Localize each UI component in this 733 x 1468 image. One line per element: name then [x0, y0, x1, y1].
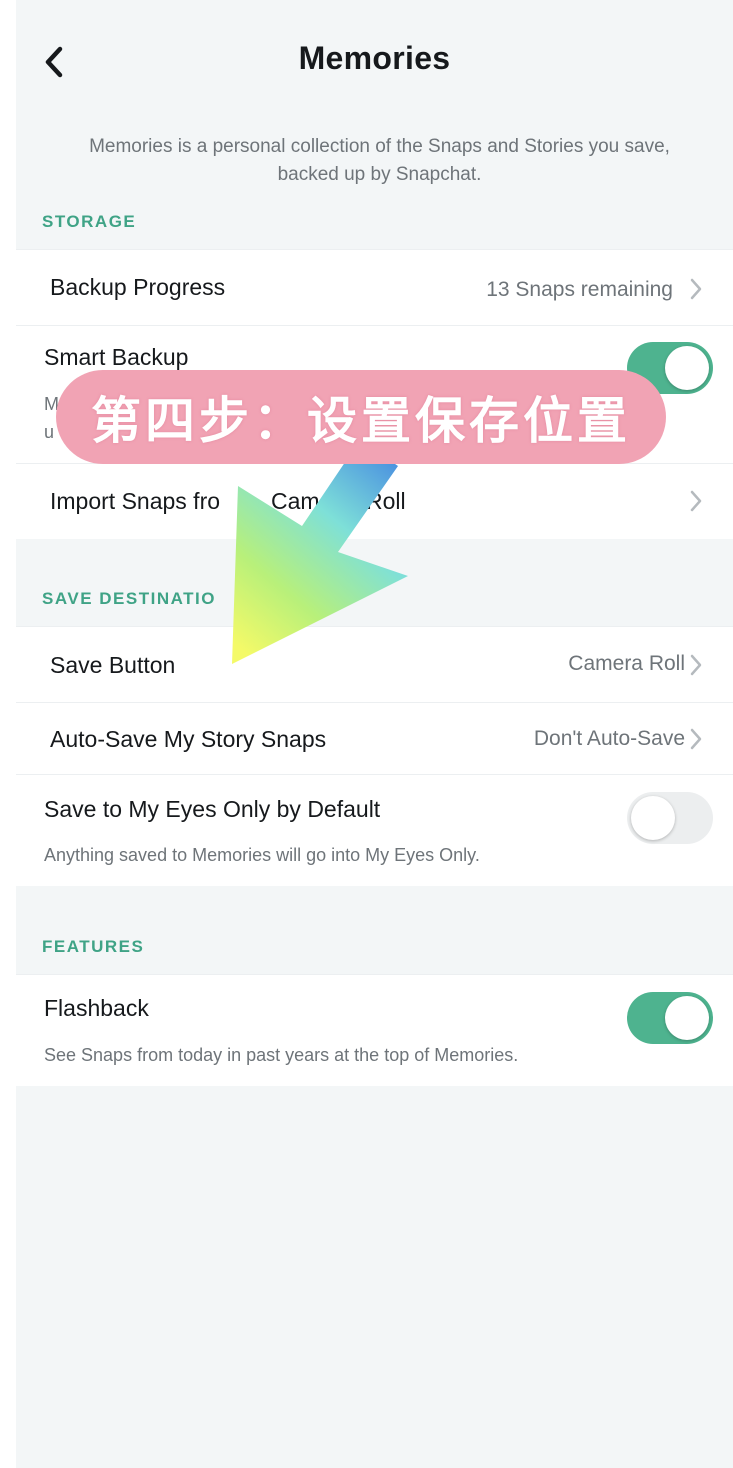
auto-save-title: Auto-Save My Story Snaps	[50, 726, 327, 752]
flashback-toggle[interactable]	[627, 992, 713, 1044]
smart-backup-title: Smart Backup	[44, 344, 189, 370]
flashback-title: Flashback	[44, 995, 149, 1021]
flashback-subtitle: See Snaps from today in past years at th…	[44, 1045, 519, 1065]
eyes-only-title: Save to My Eyes Only by Default	[44, 796, 381, 822]
import-snaps-title-left: Import Snaps fro	[50, 488, 221, 514]
page-title: Memories	[298, 40, 451, 76]
import-snaps-title-mid: Cam	[271, 488, 320, 514]
eyes-only-row: Save to My Eyes Only by Default Anything…	[16, 774, 733, 886]
chevron-right-icon	[690, 654, 702, 676]
header: Memories	[16, 0, 733, 120]
backup-progress-row[interactable]: Backup Progress 13 Snaps remaining	[16, 249, 733, 325]
intro-text: Memories is a personal collection of the…	[89, 136, 670, 185]
smart-backup-subtitle-2: u	[44, 422, 55, 442]
section-label-save-destination: SAVE DESTINATIO	[42, 589, 216, 608]
backup-progress-title: Backup Progress	[50, 274, 226, 300]
eyes-only-subtitle: Anything saved to Memories will go into …	[44, 845, 480, 865]
toggle-knob	[631, 796, 675, 840]
step-banner-text: 第四步：设置保存位置	[91, 392, 631, 450]
memories-settings-screen: Memories Memories is a personal collecti…	[16, 0, 733, 1468]
import-snaps-row[interactable]: Import Snaps fro Cam Roll	[16, 463, 733, 539]
chevron-right-icon	[690, 278, 702, 300]
toggle-knob	[665, 346, 709, 390]
auto-save-value: Don't Auto-Save	[533, 727, 685, 750]
toggle-knob	[665, 996, 709, 1040]
eyes-only-toggle[interactable]	[627, 792, 713, 844]
auto-save-row[interactable]: Auto-Save My Story Snaps Don't Auto-Save	[16, 702, 733, 774]
chevron-right-icon	[690, 490, 702, 512]
section-label-storage: STORAGE	[42, 212, 137, 231]
import-snaps-title-end: Roll	[366, 488, 406, 514]
flashback-row: Flashback See Snaps from today in past y…	[16, 974, 733, 1086]
save-button-value: Camera Roll	[568, 652, 685, 675]
save-button-row[interactable]: Save Button Camera Roll	[16, 626, 733, 702]
save-button-title: Save Button	[50, 652, 176, 678]
backup-progress-value: 13 Snaps remaining	[486, 278, 673, 301]
section-label-features: FEATURES	[42, 937, 145, 956]
step-banner: 第四步：设置保存位置	[56, 370, 666, 464]
chevron-right-icon	[690, 728, 702, 750]
